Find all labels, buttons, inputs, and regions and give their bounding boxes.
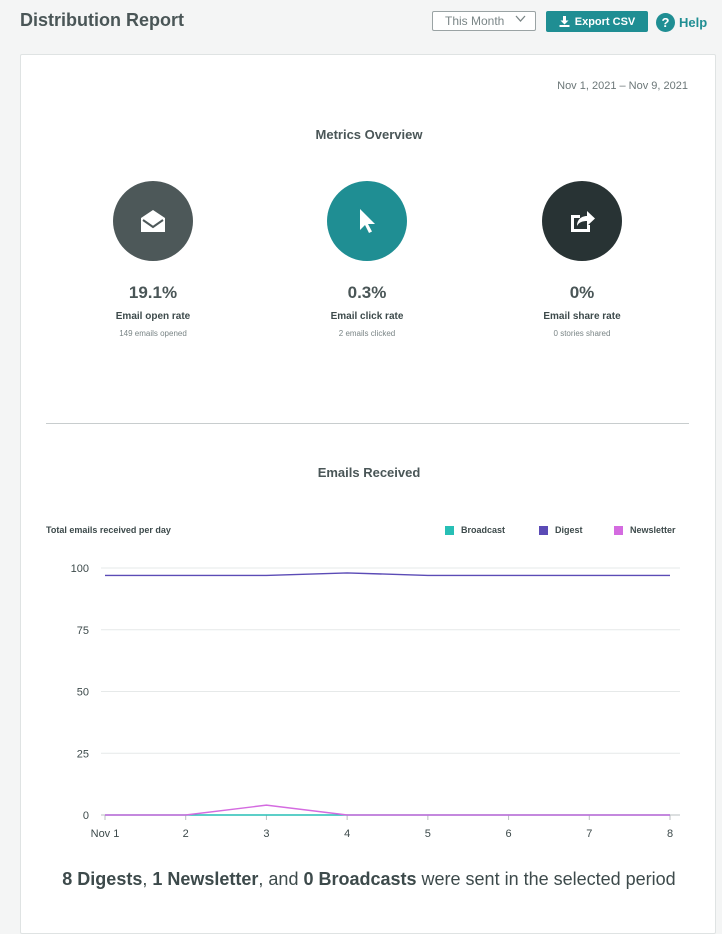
metric-label: Email click rate xyxy=(330,311,404,322)
metric-sub: 2 emails clicked xyxy=(338,329,396,338)
legend-label: Digest xyxy=(555,525,583,535)
summary-newsletters: 1 Newsletter xyxy=(152,869,259,889)
export-csv-label: Export CSV xyxy=(574,15,636,28)
share-icon xyxy=(542,181,622,261)
section-divider xyxy=(46,423,689,424)
y-tick-label: 100 xyxy=(71,563,89,575)
metric-click-rate: 0.3% Email click rate 2 emails clicked xyxy=(267,181,467,338)
legend-swatch xyxy=(614,525,623,535)
legend-swatch xyxy=(539,525,548,535)
chevron-down-icon xyxy=(515,15,526,22)
metric-value: 0.3% xyxy=(347,283,387,302)
metrics-overview-title: Metrics Overview xyxy=(315,127,423,142)
metric-label: Email open rate xyxy=(115,311,191,322)
series-line-newsletter xyxy=(105,804,670,816)
legend-label: Newsletter xyxy=(630,525,676,535)
report-card: Nov 1, 2021 – Nov 9, 2021 Metrics Overvi… xyxy=(20,54,716,934)
legend-label: Broadcast xyxy=(461,525,506,535)
emails-received-title: Emails Received xyxy=(317,465,421,480)
page-title: Distribution Report xyxy=(20,10,184,30)
metric-sub: 149 emails opened xyxy=(119,329,187,338)
y-tick-label: 50 xyxy=(77,687,89,699)
summary-broadcasts: 0 Broadcasts xyxy=(303,869,417,889)
legend-newsletter: Newsletter xyxy=(614,525,676,535)
x-tick-label: 4 xyxy=(344,828,350,840)
help-link[interactable]: ? Help xyxy=(656,12,707,32)
y-tick-label: 25 xyxy=(77,748,89,760)
emails-received-chart: 0 25 50 75 100 Nov 1 2 3 4 5 6 7 8 xyxy=(71,563,680,840)
cursor-pointer-icon xyxy=(327,181,407,261)
download-icon xyxy=(559,16,570,27)
metric-sub: 0 stories shared xyxy=(553,329,611,338)
legend-swatch xyxy=(445,525,454,535)
summary-digests: 8 Digests xyxy=(62,869,143,889)
summary-separator: , xyxy=(142,869,153,889)
x-tick-label: 8 xyxy=(667,828,673,840)
metric-value: 19.1% xyxy=(128,283,178,302)
y-tick-label: 75 xyxy=(77,625,89,637)
metric-open-rate: 19.1% Email open rate 149 emails opened xyxy=(53,181,253,338)
x-tick-label: 3 xyxy=(263,828,269,840)
x-tick-label: 7 xyxy=(586,828,592,840)
x-tick-label: 5 xyxy=(425,828,431,840)
legend-broadcast: Broadcast xyxy=(445,525,505,535)
open-envelope-icon xyxy=(113,181,193,261)
summary-separator: , and xyxy=(258,869,304,889)
distribution-summary: 8 Digests, 1 Newsletter, and 0 Broadcast… xyxy=(21,868,717,891)
chart-caption: Total emails received per day xyxy=(46,525,171,535)
legend-digest: Digest xyxy=(539,525,583,535)
x-tick-label: Nov 1 xyxy=(91,828,120,840)
date-range: Nov 1, 2021 – Nov 9, 2021 xyxy=(557,80,688,92)
help-icon: ? xyxy=(656,12,675,32)
export-csv-button[interactable]: Export CSV xyxy=(546,11,648,32)
x-tick-label: 6 xyxy=(506,828,512,840)
series-line-digest xyxy=(105,572,670,577)
summary-tail: were sent in the selected period xyxy=(416,869,676,889)
x-tick-label: 2 xyxy=(183,828,189,840)
y-tick-label: 0 xyxy=(83,810,89,822)
metric-value: 0% xyxy=(569,283,595,302)
metric-share-rate: 0% Email share rate 0 stories shared xyxy=(482,181,682,338)
period-select-value: This Month xyxy=(445,14,505,28)
period-select[interactable]: This Month xyxy=(432,11,536,31)
metric-label: Email share rate xyxy=(543,311,621,322)
help-label: Help xyxy=(679,14,708,30)
